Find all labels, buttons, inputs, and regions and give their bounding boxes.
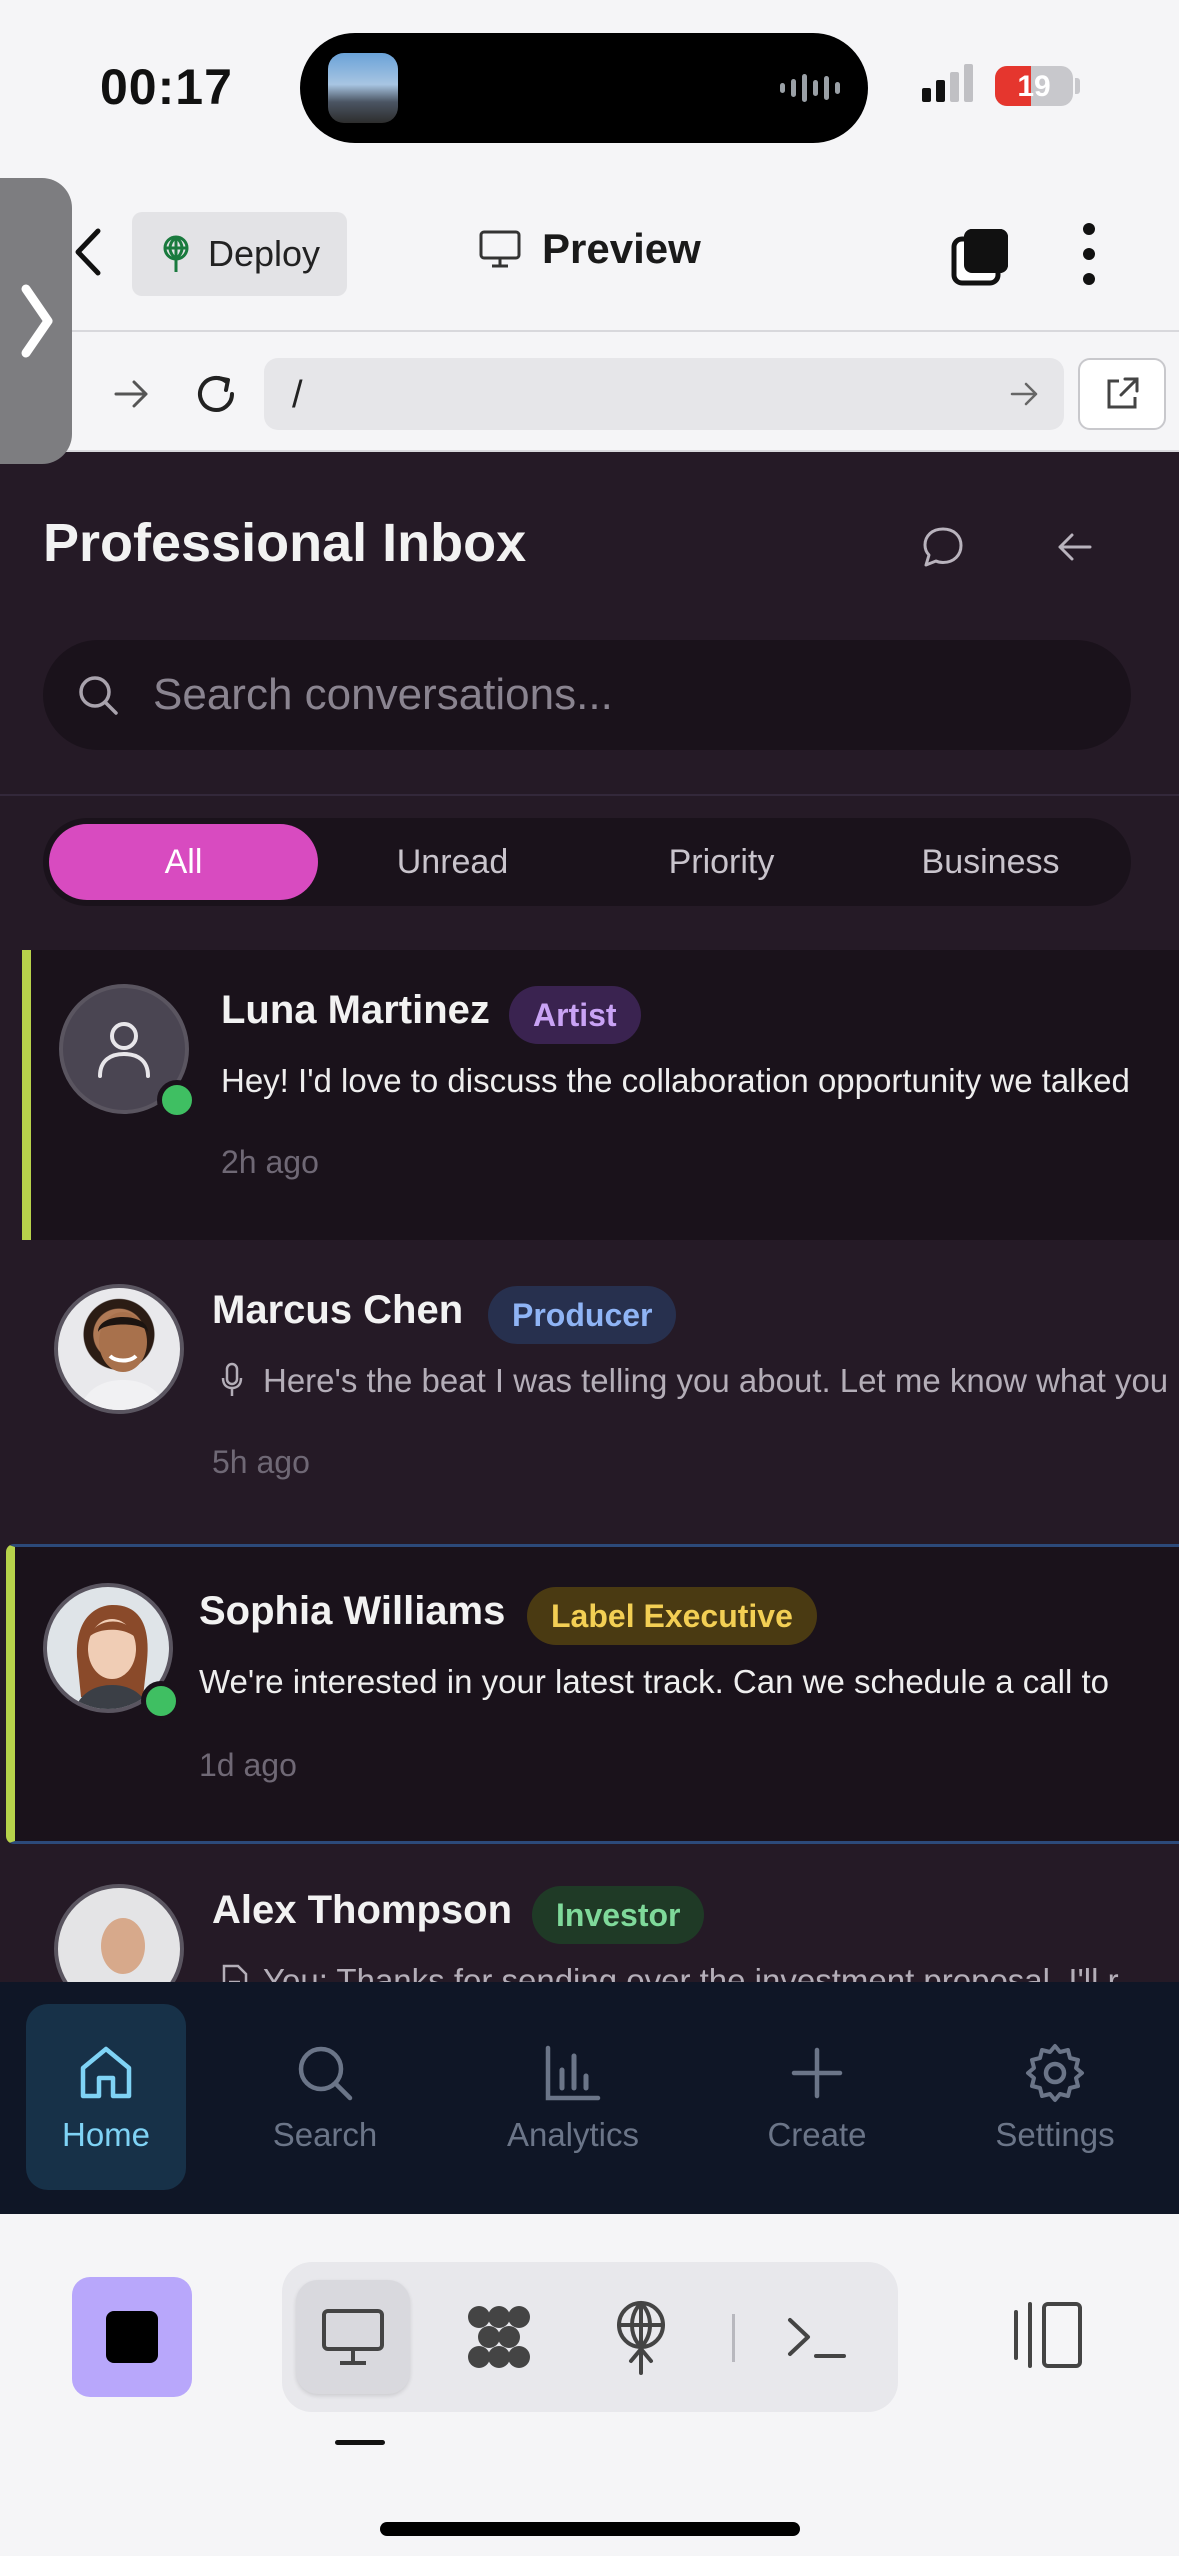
- back-chevron-icon[interactable]: [68, 227, 108, 277]
- contact-name: Sophia Williams: [199, 1589, 506, 1633]
- monitor-icon: [479, 230, 521, 268]
- deploy-icon: [163, 235, 189, 272]
- filter-tabs: All Unread Priority Business: [43, 818, 1131, 906]
- role-badge: Label Executive: [527, 1587, 817, 1645]
- external-link-icon: [1107, 377, 1139, 409]
- filter-tab-all[interactable]: All: [49, 824, 318, 900]
- deploy-button[interactable]: Deploy: [132, 212, 347, 296]
- conversation-item[interactable]: Sophia Williams Label Executive We're in…: [6, 1544, 1179, 1844]
- tabs-icon[interactable]: [950, 225, 1012, 287]
- search-icon: [79, 676, 118, 715]
- url-input[interactable]: /: [264, 358, 1064, 430]
- inbox-app: Professional Inbox Search conversations.…: [0, 452, 1179, 2214]
- message-preview: Here's the beat I was telling you about.…: [263, 1362, 1169, 1399]
- preview-label: Preview: [542, 225, 701, 272]
- online-indicator: [157, 1080, 197, 1120]
- url-bar: /: [0, 330, 1179, 452]
- monitor-icon: [322, 2309, 384, 2365]
- globe-antenna-icon: [617, 2301, 665, 2375]
- reload-icon[interactable]: [192, 370, 240, 418]
- more-menu-icon[interactable]: [1082, 223, 1096, 285]
- message-time: 1d ago: [199, 1747, 297, 1783]
- message-time: 2h ago: [221, 1144, 319, 1180]
- status-bar: 00:17 19: [0, 0, 1179, 175]
- contact-name: Luna Martinez: [221, 988, 490, 1032]
- role-badge: Investor: [532, 1886, 705, 1944]
- search-placeholder: Search conversations...: [153, 670, 613, 719]
- contact-name: Alex Thompson: [212, 1888, 513, 1932]
- editor-dock: [0, 2214, 1179, 2556]
- url-path: /: [292, 374, 303, 416]
- plus-icon: [791, 2047, 843, 2099]
- arrow-left-icon[interactable]: [1052, 524, 1098, 570]
- nav-create[interactable]: Create: [737, 2004, 897, 2190]
- open-external-button[interactable]: [1078, 358, 1166, 430]
- forward-arrow-icon[interactable]: [112, 374, 152, 414]
- nav-analytics[interactable]: Analytics: [488, 2004, 658, 2190]
- battery-cap: [1075, 78, 1080, 94]
- dock-separator: [732, 2314, 735, 2362]
- role-badge: Producer: [488, 1286, 677, 1344]
- nav-label: Analytics: [506, 2116, 640, 2153]
- home-icon: [80, 2046, 132, 2099]
- now-playing-thumbnail: [328, 53, 398, 123]
- conversation-item[interactable]: Luna Martinez Artist Hey! I'd love to di…: [22, 950, 1179, 1240]
- nav-search[interactable]: Search: [245, 2004, 405, 2190]
- stop-button[interactable]: [72, 2277, 192, 2397]
- contact-name: Marcus Chen: [212, 1288, 464, 1332]
- chevron-right-icon: [21, 284, 53, 358]
- battery-icon: 19: [995, 66, 1073, 106]
- view-switcher: [282, 2262, 898, 2412]
- filter-tab-unread[interactable]: Unread: [318, 824, 587, 900]
- analytics-icon: [545, 2045, 601, 2101]
- nodes-icon: [468, 2306, 530, 2368]
- conversation-item[interactable]: Marcus Chen Producer Here's the beat I w…: [22, 1250, 1179, 1540]
- role-badge: Artist: [509, 986, 641, 1044]
- dynamic-island[interactable]: [300, 33, 868, 143]
- nav-home[interactable]: Home: [26, 2004, 186, 2190]
- microphone-icon: [221, 1362, 243, 1396]
- page-title: Professional Inbox: [43, 513, 527, 573]
- nav-settings[interactable]: Settings: [970, 2004, 1140, 2190]
- active-view-indicator: [335, 2440, 385, 2445]
- preview-title[interactable]: Preview: [478, 225, 701, 273]
- gear-icon: [1026, 2044, 1084, 2102]
- portrait-image: [79, 1312, 167, 1410]
- nav-label: Search: [272, 2116, 378, 2153]
- nav-label: Home: [61, 2116, 151, 2153]
- filter-tab-priority[interactable]: Priority: [587, 824, 856, 900]
- split-view-icon[interactable]: [1008, 2290, 1088, 2380]
- avatar-photo: [54, 1284, 184, 1414]
- terminal-icon: [788, 2318, 846, 2358]
- stop-icon: [106, 2311, 158, 2363]
- console-view-button[interactable]: [760, 2280, 874, 2394]
- preview-view-button[interactable]: [296, 2280, 410, 2394]
- nav-label: Settings: [995, 2116, 1115, 2153]
- filter-tab-business[interactable]: Business: [856, 824, 1125, 900]
- message-preview: We're interested in your latest track. C…: [199, 1663, 1109, 1700]
- chat-bubble-icon[interactable]: [920, 524, 966, 570]
- home-indicator: [380, 2522, 800, 2536]
- user-icon: [98, 1022, 150, 1078]
- browser-toolbar: Deploy Preview: [0, 175, 1179, 330]
- workflow-view-button[interactable]: [442, 2280, 556, 2394]
- battery-level: 19: [1017, 70, 1051, 103]
- message-preview: Hey! I'd love to discuss the collaborati…: [221, 1062, 1130, 1099]
- deploy-label: Deploy: [208, 233, 321, 274]
- go-arrow-icon[interactable]: [1008, 378, 1040, 410]
- side-panel-handle[interactable]: [0, 178, 72, 464]
- cellular-signal-icon: [922, 62, 973, 102]
- bottom-nav: Home Search Analytics Create Settings: [0, 1982, 1179, 2214]
- search-icon: [298, 2046, 353, 2101]
- status-time: 00:17: [100, 59, 233, 115]
- audio-wave-icon: [780, 71, 840, 105]
- search-input[interactable]: Search conversations...: [43, 640, 1131, 750]
- header-divider: [0, 794, 1179, 796]
- nav-label: Create: [767, 2116, 867, 2153]
- online-indicator: [141, 1681, 181, 1721]
- deploy-view-button[interactable]: [584, 2280, 698, 2394]
- message-time: 5h ago: [212, 1444, 310, 1480]
